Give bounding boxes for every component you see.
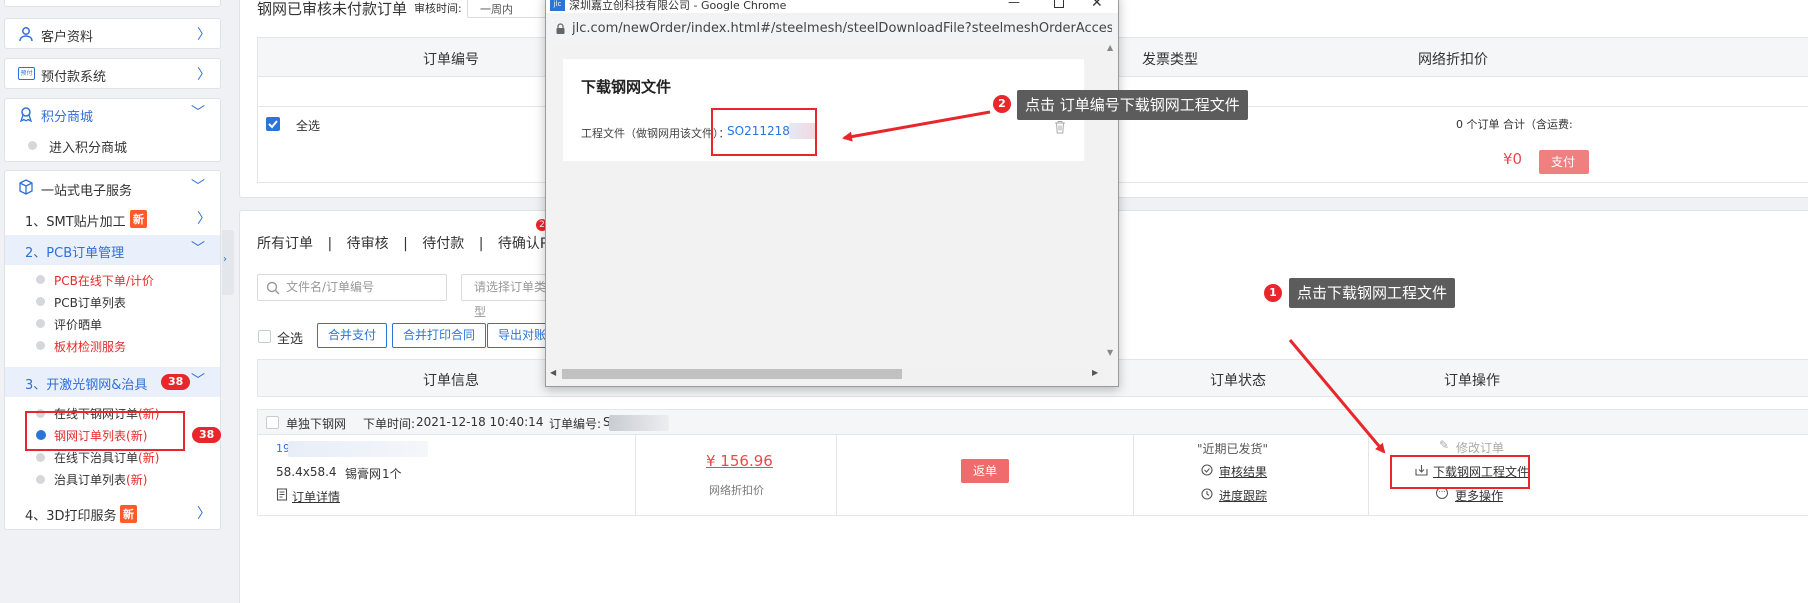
- callout-download-file: 点击下载钢网工程文件: [1289, 278, 1456, 308]
- callout-order-no-download: 点击 订单编号下载钢网工程文件: [1017, 90, 1248, 120]
- arrow-to-download-link: [1288, 339, 1386, 454]
- callout-number: 2: [993, 95, 1011, 113]
- callout-number: 1: [1264, 284, 1282, 302]
- arrow-to-file-link: [842, 110, 991, 142]
- annotation-arrows: [842, 110, 1386, 454]
